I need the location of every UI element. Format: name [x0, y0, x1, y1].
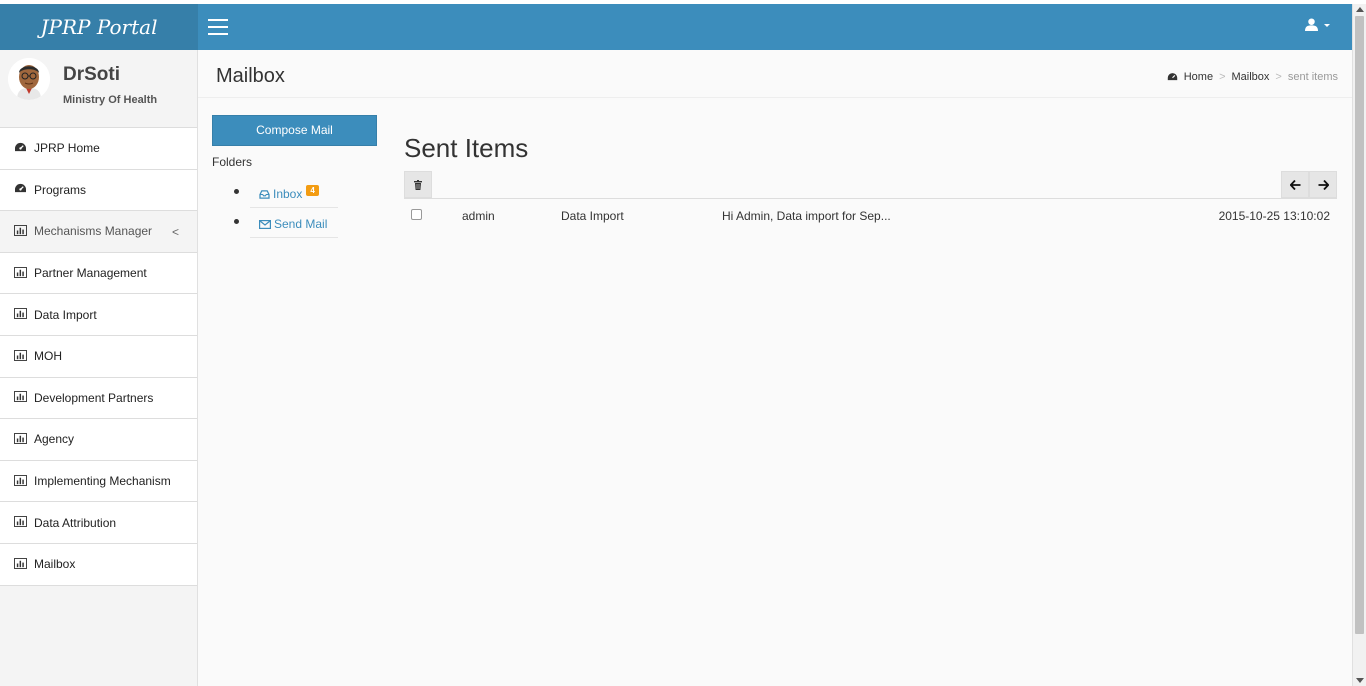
folders-label: Folders: [212, 155, 253, 169]
sidebar-item-partner-management[interactable]: Partner Management: [0, 252, 197, 295]
breadcrumb-separator: >: [1275, 71, 1282, 83]
bar-chart-icon: [14, 224, 27, 238]
bullet: [234, 189, 239, 194]
compose-mail-button[interactable]: Compose Mail: [212, 115, 377, 146]
folder-label: Send Mail: [274, 217, 328, 231]
user-organization: Ministry Of Health: [63, 94, 158, 106]
arrow-left-icon: [1289, 179, 1300, 190]
arrow-right-icon: [1318, 179, 1329, 190]
bar-chart-icon: [14, 391, 27, 404]
scrollbar-thumb[interactable]: [1355, 16, 1364, 634]
folder-link-inbox[interactable]: Inbox 4: [259, 184, 319, 201]
folder-item-inbox: Inbox 4: [234, 178, 338, 208]
sidebar: DrSoti Ministry Of Health JPRP Home Prog…: [0, 50, 198, 686]
bar-chart-icon: [14, 432, 27, 446]
hamburger-menu-icon[interactable]: [208, 19, 228, 35]
sidebar-item-label: Agency: [34, 432, 75, 447]
bullet: [234, 219, 239, 224]
sidebar-item-mechanisms-manager[interactable]: Mechanisms Manager <: [0, 211, 197, 253]
sidebar-item-label: Mechanisms Manager: [34, 224, 153, 239]
sidebar-item-jprp-home[interactable]: JPRP Home: [0, 128, 197, 170]
breadcrumb-current: sent items: [1287, 71, 1338, 83]
user-menu[interactable]: [1305, 18, 1330, 31]
folder-item-send-mail: Send Mail: [234, 208, 338, 238]
sidebar-item-label: Mailbox: [34, 557, 76, 572]
dashboard-icon: [1167, 73, 1177, 81]
inbox-icon: [259, 189, 270, 199]
mail-sender[interactable]: admin: [462, 209, 495, 223]
mail-subject[interactable]: Data Import: [561, 209, 624, 223]
mail-preview[interactable]: Hi Admin, Data import for Sep...: [722, 209, 891, 223]
sidebar-item-label: Implementing Mechanism: [34, 474, 171, 489]
scroll-up-icon[interactable]: [1356, 7, 1364, 12]
envelope-icon: [259, 219, 271, 229]
breadcrumb-separator: >: [1219, 71, 1226, 83]
previous-page-button[interactable]: [1281, 171, 1309, 198]
sidebar-item-label: Partner Management: [34, 266, 147, 281]
content-header: Mailbox Home > Mailbox > sent items: [198, 50, 1352, 98]
mail-toolbar: [404, 171, 1337, 199]
user-panel: DrSoti Ministry Of Health: [0, 50, 197, 128]
sidebar-item-data-attribution[interactable]: Data Attribution: [0, 502, 197, 544]
chevron-left-icon[interactable]: <: [172, 225, 179, 239]
dashboard-icon: [14, 183, 27, 196]
breadcrumb-mailbox[interactable]: Mailbox: [1232, 71, 1270, 83]
select-checkbox[interactable]: [411, 209, 422, 220]
sidebar-item-agency[interactable]: Agency: [0, 419, 197, 461]
vertical-scrollbar[interactable]: [1352, 4, 1366, 686]
unread-count-badge: 4: [306, 184, 319, 196]
delete-button[interactable]: [404, 171, 432, 198]
trash-icon: [414, 179, 422, 190]
sidebar-item-development-partners[interactable]: Development Partners: [0, 377, 197, 420]
box-title: Sent Items: [404, 133, 529, 163]
sidebar-item-label: Development Partners: [34, 390, 154, 405]
bar-chart-icon: [14, 474, 27, 488]
sidebar-item-data-import[interactable]: Data Import: [0, 294, 197, 336]
user-icon: [1305, 18, 1318, 31]
chevron-down-icon: [1324, 24, 1330, 27]
sidebar-item-label: Data Import: [34, 307, 97, 322]
user-name: DrSoti: [63, 64, 120, 85]
bar-chart-icon: [14, 557, 27, 571]
sidebar-item-label: Programs: [34, 182, 87, 197]
breadcrumb: Home > Mailbox > sent items: [1167, 71, 1338, 83]
pagination-buttons: [1281, 171, 1337, 198]
next-page-button[interactable]: [1309, 171, 1337, 198]
bar-chart-icon: [14, 516, 27, 529]
sidebar-item-programs[interactable]: Programs: [0, 169, 197, 212]
folder-list: Inbox 4 Send Mail: [232, 178, 338, 238]
sidebar-item-mailbox[interactable]: Mailbox: [0, 543, 197, 586]
sidebar-item-label: JPRP Home: [34, 141, 100, 156]
top-header: JPRP Portal: [0, 4, 1352, 50]
table-row[interactable]: admin Data Import Hi Admin, Data import …: [404, 200, 1337, 230]
page-title: Mailbox: [216, 65, 285, 87]
bar-chart-icon: [14, 308, 27, 321]
sidebar-item-label: Data Attribution: [34, 515, 117, 530]
sidebar-item-moh[interactable]: MOH: [0, 335, 197, 378]
bar-chart-icon: [14, 266, 27, 280]
scroll-down-icon[interactable]: [1356, 678, 1364, 683]
breadcrumb-home[interactable]: Home: [1184, 71, 1213, 83]
avatar: [8, 58, 50, 100]
mail-date: 2015-10-25 13:10:02: [1218, 209, 1330, 223]
logo[interactable]: JPRP Portal: [0, 4, 198, 50]
dashboard-icon: [14, 142, 27, 155]
sidebar-item-label: MOH: [34, 349, 62, 364]
folder-label: Inbox: [273, 187, 303, 201]
folder-link-send-mail[interactable]: Send Mail: [259, 217, 327, 231]
sidebar-item-implementing-mechanism[interactable]: Implementing Mechanism: [0, 460, 197, 503]
bar-chart-icon: [14, 349, 27, 363]
